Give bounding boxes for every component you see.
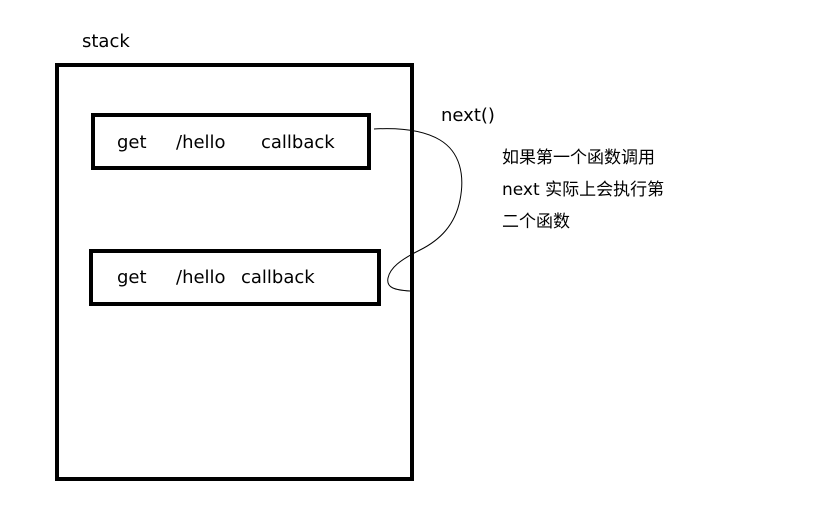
layer-2-handler: callback <box>241 267 315 288</box>
next-call-label: next() <box>441 105 495 126</box>
note-line-3: 二个函数 <box>502 212 570 232</box>
layer-2-method: get <box>117 267 147 288</box>
stack-title: stack <box>82 31 130 52</box>
layer-2-path: /hello <box>176 267 226 288</box>
layer-1-method: get <box>117 132 147 153</box>
note-line-2: next 实际上会执行第 <box>502 180 665 200</box>
layer-1-path: /hello <box>176 132 226 153</box>
layer-1-handler: callback <box>261 132 335 153</box>
note-line-1: 如果第一个函数调用 <box>502 148 655 168</box>
